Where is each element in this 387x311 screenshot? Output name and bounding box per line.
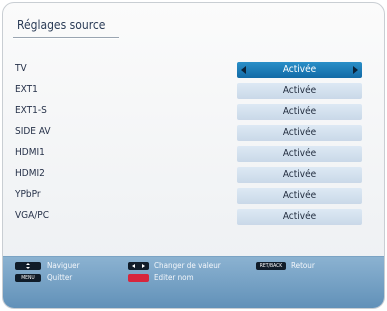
- source-value[interactable]: Activée: [237, 83, 362, 99]
- source-label: SIDE AV: [15, 126, 51, 137]
- source-label: YPbPr: [15, 189, 41, 200]
- back-label: Retour: [291, 261, 315, 270]
- back-key-icon: RET/BACK: [256, 262, 286, 270]
- left-right-key-icon: [128, 262, 149, 270]
- source-label: HDMI1: [15, 147, 45, 158]
- source-label: VGA/PC: [15, 210, 50, 221]
- source-row-hdmi2[interactable]: HDMI2 Activée: [3, 165, 384, 186]
- source-row-ypbpr[interactable]: YPbPr Activée: [3, 186, 384, 207]
- source-value[interactable]: Activée: [237, 125, 362, 141]
- arrow-left-icon[interactable]: [241, 66, 246, 74]
- navigate-label: Naviguer: [47, 261, 80, 270]
- source-label: EXT1: [15, 84, 38, 95]
- red-key-icon: [128, 274, 149, 282]
- source-value[interactable]: Activée: [237, 146, 362, 162]
- source-row-ext1[interactable]: EXT1 Activée: [3, 81, 384, 102]
- title-underline-highlight: [13, 38, 119, 39]
- change-value-label: Changer de valeur: [154, 261, 221, 270]
- arrow-right-icon[interactable]: [353, 66, 358, 74]
- source-value[interactable]: Activée: [237, 62, 362, 78]
- source-value[interactable]: Activée: [237, 167, 362, 183]
- source-row-side-av[interactable]: SIDE AV Activée: [3, 123, 384, 144]
- source-value[interactable]: Activée: [237, 104, 362, 120]
- source-row-tv[interactable]: TV Activée: [3, 60, 384, 81]
- source-value[interactable]: Activée: [237, 209, 362, 225]
- source-label: EXT1-S: [15, 105, 47, 116]
- source-label: TV: [15, 63, 27, 74]
- source-settings-panel: Réglages source TV Activée EXT1 Activée …: [2, 2, 385, 309]
- source-row-ext1-s[interactable]: EXT1-S Activée: [3, 102, 384, 123]
- quit-label: Quitter: [47, 273, 73, 282]
- up-down-key-icon: [15, 262, 41, 270]
- source-row-vga-pc[interactable]: VGA/PC Activée: [3, 207, 384, 228]
- source-value-text: Activée: [282, 64, 317, 75]
- menu-key-icon: MENU: [15, 274, 41, 282]
- source-label: HDMI2: [15, 168, 45, 179]
- help-bar: Naviguer Changer de valeur RET/BACK Reto…: [3, 256, 384, 308]
- page-title: Réglages source: [17, 18, 106, 32]
- source-row-hdmi1[interactable]: HDMI1 Activée: [3, 144, 384, 165]
- source-list: TV Activée EXT1 Activée EXT1-S Activée S…: [3, 60, 384, 228]
- edit-name-label: Editer nom: [154, 273, 194, 282]
- source-value[interactable]: Activée: [237, 188, 362, 204]
